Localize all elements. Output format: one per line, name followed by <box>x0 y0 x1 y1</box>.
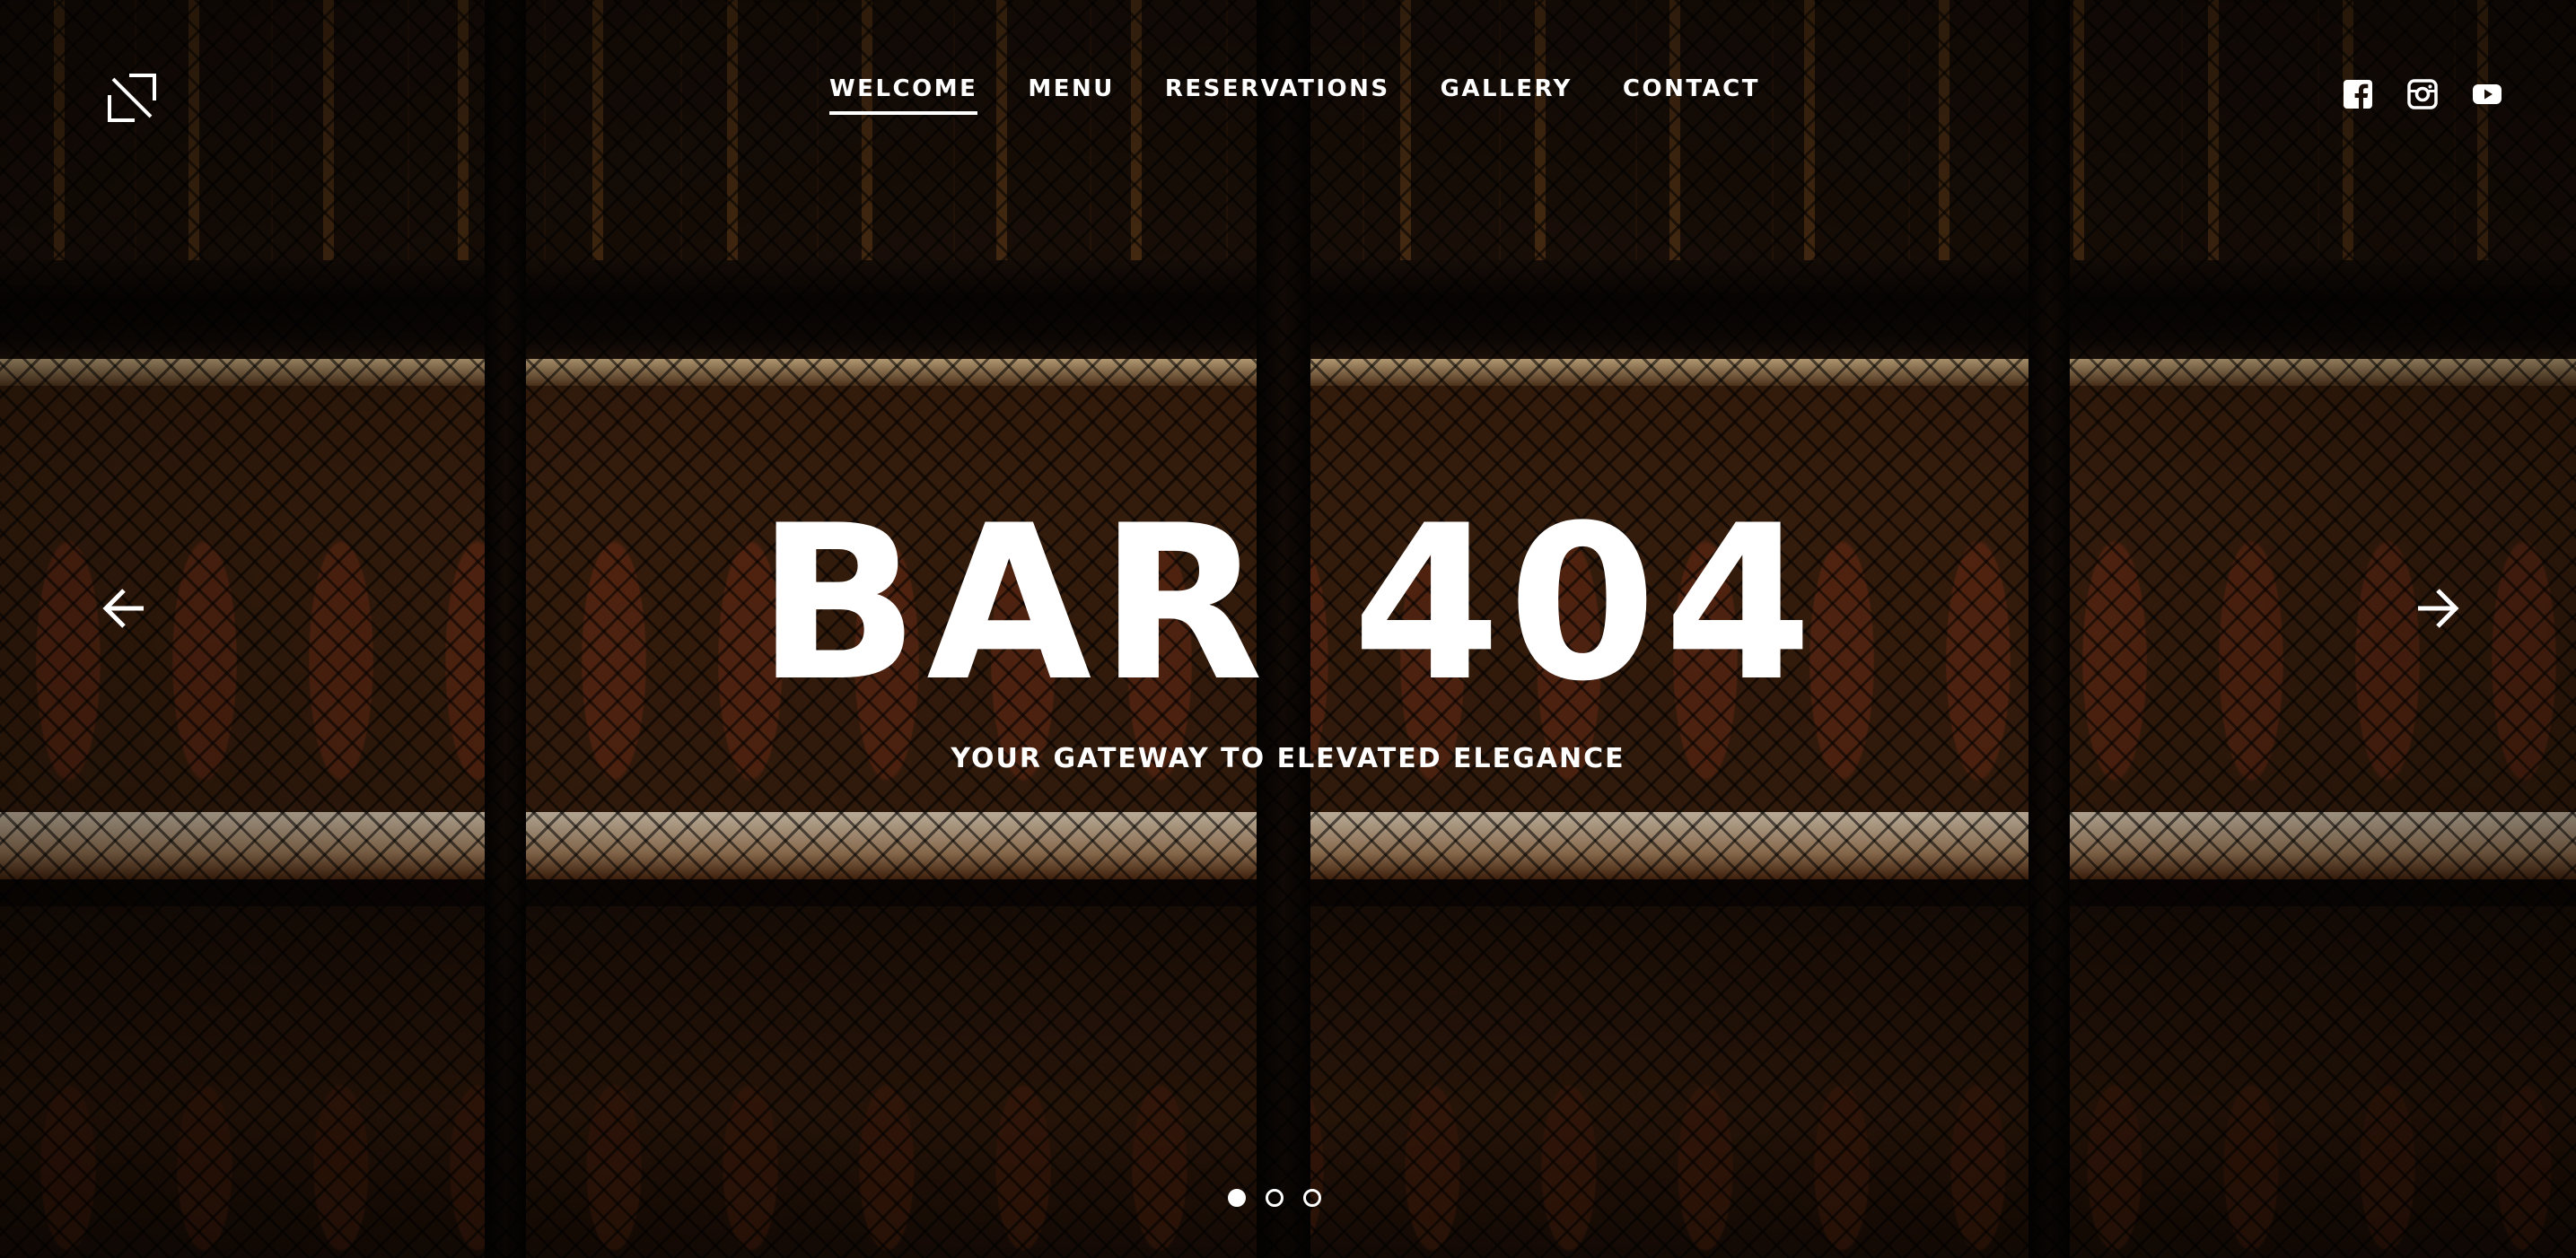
nav-gallery[interactable]: GALLERY <box>1441 75 1573 115</box>
main-nav: WELCOME MENU RESERVATIONS GALLERY CONTAC… <box>829 75 1760 115</box>
nav-contact[interactable]: CONTACT <box>1623 75 1760 115</box>
slide-dot-2[interactable] <box>1266 1189 1284 1207</box>
arrow-left-icon <box>102 589 144 628</box>
next-slide-button[interactable] <box>2414 581 2461 635</box>
nav-welcome[interactable]: WELCOME <box>829 75 978 115</box>
arrow-right-icon <box>2418 589 2459 628</box>
slider-dots <box>1228 1189 1321 1207</box>
instagram-icon[interactable] <box>2407 79 2438 109</box>
facebook-icon[interactable] <box>2343 79 2373 109</box>
hero-subtitle: YOUR GATEWAY TO ELEVATED ELEGANCE <box>951 743 1625 774</box>
hero-title: BAR 404 <box>756 480 1820 729</box>
prev-slide-button[interactable] <box>101 581 147 635</box>
slide-dot-3[interactable] <box>1303 1189 1321 1207</box>
nav-reservations[interactable]: RESERVATIONS <box>1165 75 1390 115</box>
slide-dot-1[interactable] <box>1228 1189 1246 1207</box>
youtube-icon[interactable] <box>2472 79 2502 109</box>
logo-icon[interactable] <box>106 72 158 124</box>
nav-menu[interactable]: MENU <box>1028 75 1115 115</box>
social-links <box>2343 79 2502 109</box>
corner-arrow-logo-icon <box>108 74 156 122</box>
